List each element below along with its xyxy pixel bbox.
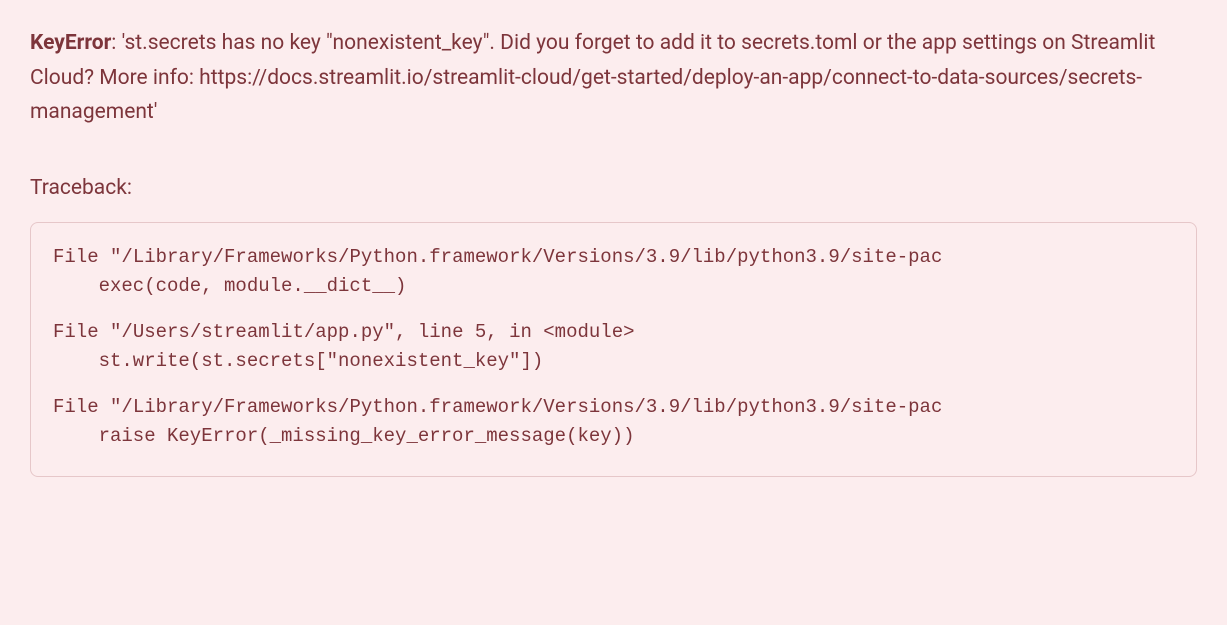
traceback-label: Traceback: (30, 176, 1197, 200)
traceback-code-line: exec(code, module.__dict__) (53, 272, 1174, 301)
traceback-file-line: File "/Library/Frameworks/Python.framewo… (53, 243, 1174, 272)
traceback-file-line: File "/Users/streamlit/app.py", line 5, … (53, 318, 1174, 347)
traceback-code-line: raise KeyError(_missing_key_error_messag… (53, 422, 1174, 451)
error-type: KeyError (30, 31, 111, 55)
error-text: : 'st.secrets has no key "nonexistent_ke… (30, 31, 1155, 124)
traceback-entry: File "/Library/Frameworks/Python.framewo… (53, 393, 1174, 452)
traceback-entry: File "/Library/Frameworks/Python.framewo… (53, 243, 1174, 302)
traceback-box: File "/Library/Frameworks/Python.framewo… (30, 222, 1197, 477)
traceback-file-line: File "/Library/Frameworks/Python.framewo… (53, 393, 1174, 422)
traceback-code-line: st.write(st.secrets["nonexistent_key"]) (53, 347, 1174, 376)
traceback-entry: File "/Users/streamlit/app.py", line 5, … (53, 318, 1174, 377)
error-message: KeyError: 'st.secrets has no key "nonexi… (30, 26, 1197, 130)
